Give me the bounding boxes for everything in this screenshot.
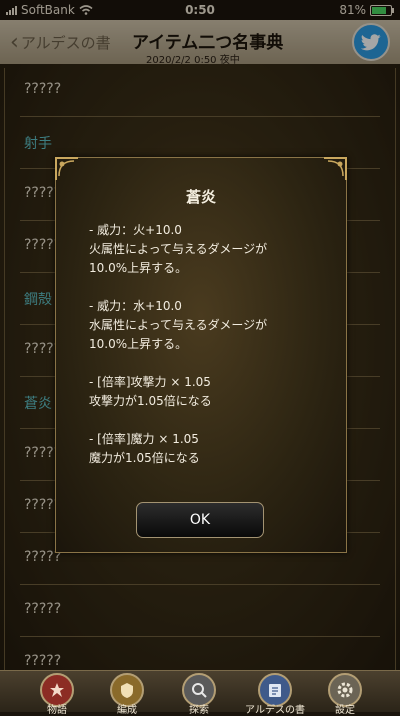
tab-label: 設定 xyxy=(335,705,355,716)
ornament-corner-icon xyxy=(324,157,347,180)
tab-label: 編成 xyxy=(117,705,137,716)
effect-line: - 威力：火+10.0 xyxy=(89,223,182,237)
bottom-tab-bar: 物語 編成 探索 アルデスの書 設定 xyxy=(0,670,400,716)
tab-label: 探索 xyxy=(189,705,209,716)
effect-entry: - [倍率]攻撃力 × 1.05 攻撃力が1.05倍になる xyxy=(89,373,329,411)
ornament-corner-icon xyxy=(55,157,78,180)
tab-explore[interactable]: 探索 xyxy=(164,673,234,716)
tab-settings[interactable]: 設定 xyxy=(310,673,380,716)
tab-story[interactable]: 物語 xyxy=(22,673,92,716)
effect-list: - 威力：火+10.0 火属性によって与えるダメージが 10.0%上昇する。 -… xyxy=(89,221,329,487)
effect-line: 水属性によって与えるダメージが xyxy=(89,318,268,332)
effect-line: 魔力が1.05倍になる xyxy=(89,451,200,465)
ok-button[interactable]: OK xyxy=(136,502,264,538)
tab-ardes-book[interactable]: アルデスの書 xyxy=(240,673,310,716)
effect-entry: - [倍率]魔力 × 1.05 魔力が1.05倍になる xyxy=(89,430,329,468)
item-detail-dialog: 蒼炎 - 威力：火+10.0 火属性によって与えるダメージが 10.0%上昇する… xyxy=(55,157,347,553)
effect-entry: - 威力：火+10.0 火属性によって与えるダメージが 10.0%上昇する。 xyxy=(89,221,329,278)
effect-line: - [倍率]魔力 × 1.05 xyxy=(89,432,199,446)
tab-label: 物語 xyxy=(47,705,67,716)
effect-line: - 威力：水+10.0 xyxy=(89,299,182,313)
dialog-title: 蒼炎 xyxy=(185,188,216,206)
tab-formation[interactable]: 編成 xyxy=(92,673,162,716)
effect-line: 攻撃力が1.05倍になる xyxy=(89,394,212,408)
effect-line: 10.0%上昇する。 xyxy=(89,337,188,351)
effect-entry: - 威力：水+10.0 水属性によって与えるダメージが 10.0%上昇する。 xyxy=(89,297,329,354)
effect-line: 10.0%上昇する。 xyxy=(89,261,188,275)
tab-label: アルデスの書 xyxy=(245,705,305,716)
effect-line: 火属性によって与えるダメージが xyxy=(89,242,268,256)
effect-line: - [倍率]攻撃力 × 1.05 xyxy=(89,375,211,389)
